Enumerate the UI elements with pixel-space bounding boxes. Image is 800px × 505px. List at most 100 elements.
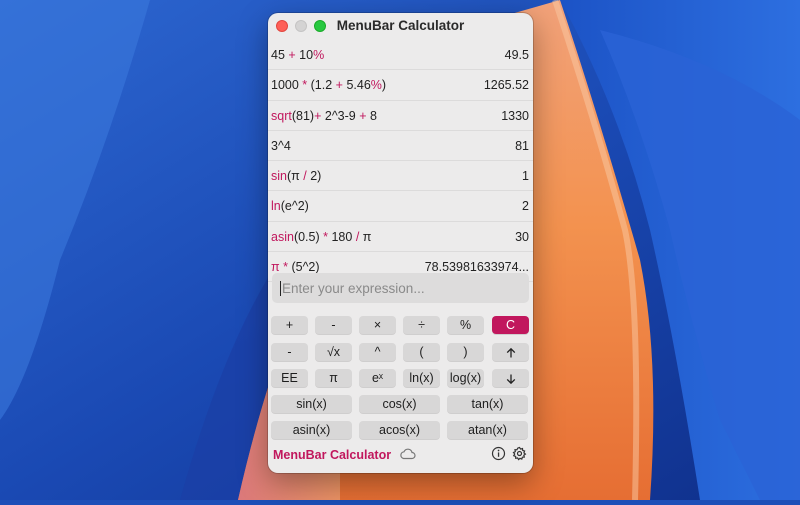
cloud-icon[interactable] <box>399 447 416 466</box>
expression-text: ) <box>381 78 387 93</box>
expression-text: 180 <box>328 229 356 244</box>
clear-button[interactable]: C <box>492 316 529 334</box>
open-paren-button[interactable]: ( <box>403 343 440 361</box>
button-label: ^ <box>374 345 381 359</box>
history-result: 1330 <box>501 108 529 123</box>
history-result: 78.53981633974... <box>424 260 529 275</box>
history-list[interactable]: 45 + 10% 49.5 1000 * (1.2 + 5.46%) 1265.52 s… <box>268 40 533 286</box>
history-result: 30 <box>515 229 529 244</box>
info-icon[interactable] <box>491 446 506 466</box>
log-button[interactable]: log(x) <box>447 369 484 387</box>
pi-button[interactable]: π <box>315 369 352 387</box>
button-label: ÷ <box>418 318 425 332</box>
expression-operator: + <box>288 48 296 62</box>
history-down-button[interactable] <box>492 369 529 387</box>
title-bar: MenuBar Calculator <box>268 13 533 39</box>
history-result: 81 <box>515 138 529 153</box>
acos-button[interactable]: acos(x) <box>359 421 440 439</box>
button-label: ) <box>463 345 468 359</box>
button-label: C <box>505 318 516 332</box>
expression-text: (81) <box>291 108 315 123</box>
button-label: × <box>373 318 382 332</box>
history-result: 2 <box>522 199 529 214</box>
gear-icon[interactable] <box>512 446 527 466</box>
button-label: asin(x) <box>292 423 331 437</box>
minus-button[interactable]: - <box>315 316 352 334</box>
cos-button[interactable]: cos(x) <box>359 395 440 413</box>
history-row[interactable]: 1000 * (1.2 + 5.46%) 1265.52 <box>268 70 533 101</box>
history-result: 1265.52 <box>483 78 529 93</box>
percent-button[interactable]: % <box>447 316 484 334</box>
history-expression: π * (5^2) <box>271 260 320 274</box>
history-expression: 3^4 <box>271 139 291 153</box>
button-label: - <box>287 345 292 359</box>
history-row[interactable]: 45 + 10% 49.5 <box>268 40 533 71</box>
atan-button[interactable]: atan(x) <box>447 421 528 439</box>
history-row[interactable]: 3^4 81 <box>268 131 533 162</box>
expression-text: 2^3-9 <box>321 108 360 123</box>
expression-text: (π <box>286 169 304 184</box>
asin-button[interactable]: asin(x) <box>271 421 352 439</box>
history-expression: asin(0.5) * 180 / π <box>271 230 371 244</box>
history-expression: sin(π / 2) <box>271 169 321 183</box>
close-paren-button[interactable]: ) <box>447 343 484 361</box>
expression-text: 3^4 <box>271 138 291 153</box>
expression-text: 8 <box>366 108 377 123</box>
button-label: ln(x) <box>409 371 434 385</box>
expression-text: 1000 <box>271 78 303 93</box>
history-row[interactable]: sin(π / 2) 1 <box>268 161 533 192</box>
history-expression: 1000 * (1.2 + 5.46%) <box>271 78 386 92</box>
expression-input[interactable] <box>272 273 529 303</box>
calculator-window: MenuBar Calculator 45 + 10% 49.5 1000 * (1… <box>268 13 533 473</box>
arrow-down-icon <box>505 371 517 385</box>
expression-text: 5.46 <box>342 78 371 93</box>
button-label: ( <box>419 345 424 359</box>
ee-button[interactable]: EE <box>271 369 308 387</box>
expression-text: (1.2 <box>307 78 336 93</box>
expression-operator: % <box>313 48 325 62</box>
history-up-button[interactable] <box>492 343 529 361</box>
history-result: 1 <box>522 169 529 184</box>
negate-button[interactable]: - <box>271 343 308 361</box>
expression-text: 10 <box>295 48 314 62</box>
history-row[interactable]: ln(e^2) 2 <box>268 191 533 222</box>
button-label: tan(x) <box>471 397 504 411</box>
expression-text: 2) <box>306 169 322 184</box>
expression-text: π <box>359 229 372 244</box>
button-label: √x <box>326 345 341 359</box>
expression-operator: asin <box>271 229 294 244</box>
expression-operator: ln <box>271 199 281 214</box>
expression-text: 45 <box>271 48 289 62</box>
button-label: cos(x) <box>382 397 417 411</box>
history-expression: 45 + 10% <box>271 48 324 62</box>
power-button[interactable]: ^ <box>359 343 396 361</box>
exp-button[interactable]: eˣ <box>359 369 396 387</box>
sqrt-button[interactable]: √x <box>315 343 352 361</box>
brand-label: MenuBar Calculator <box>273 448 392 462</box>
button-label: atan(x) <box>468 423 507 437</box>
button-label: % <box>459 318 472 332</box>
button-label: EE <box>281 371 298 385</box>
ln-button[interactable]: ln(x) <box>403 369 440 387</box>
expression-text: (0.5) <box>293 229 324 244</box>
history-row[interactable]: sqrt(81)+ 2^3-9 + 8 1330 <box>268 101 533 131</box>
expression-text: (e^2) <box>280 199 309 214</box>
multiply-button[interactable]: × <box>359 316 396 334</box>
history-result: 49.5 <box>504 48 529 62</box>
sin-button[interactable]: sin(x) <box>271 395 352 413</box>
button-label: log(x) <box>449 371 482 385</box>
window-title: MenuBar Calculator <box>336 18 465 33</box>
button-label: - <box>331 318 336 332</box>
expression-operator: π <box>271 260 284 275</box>
button-label: π <box>329 371 338 385</box>
divide-button[interactable]: ÷ <box>403 316 440 334</box>
expression-operator: + <box>359 108 367 123</box>
button-label: + <box>285 318 294 332</box>
expression-input-container[interactable] <box>272 273 529 303</box>
tan-button[interactable]: tan(x) <box>447 395 528 413</box>
button-label: acos(x) <box>379 423 420 437</box>
expression-operator: % <box>370 78 382 93</box>
expression-text: (5^2) <box>287 260 320 275</box>
plus-button[interactable]: + <box>271 316 308 334</box>
history-row[interactable]: asin(0.5) * 180 / π 30 <box>268 222 533 253</box>
